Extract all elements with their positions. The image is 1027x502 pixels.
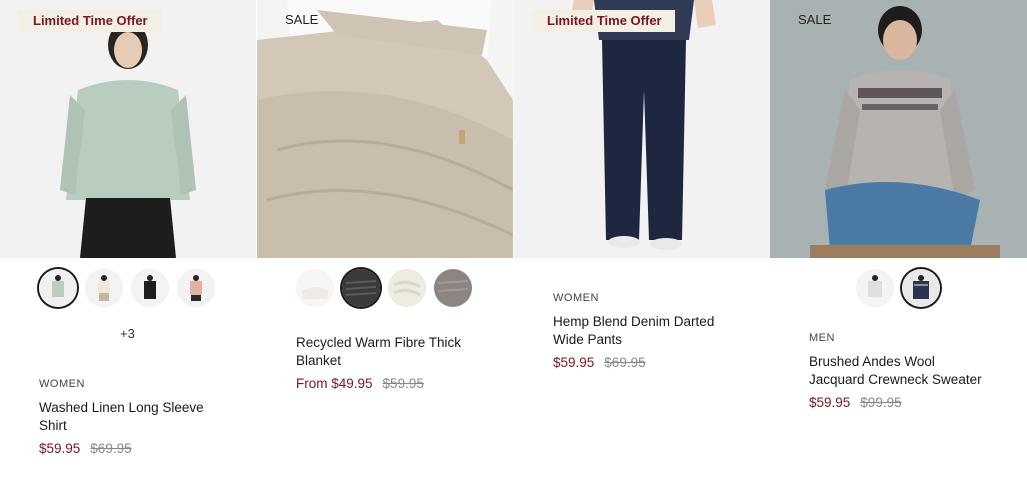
product-image[interactable]: SALE xyxy=(257,0,513,258)
original-price: $99.95 xyxy=(860,395,902,410)
swatch-taupe[interactable] xyxy=(434,269,472,307)
swatch-light-grey[interactable] xyxy=(856,269,894,307)
product-name[interactable]: Recycled Warm Fibre Thick Blanket xyxy=(296,334,486,370)
sale-badge: SALE xyxy=(798,12,832,27)
product-name-line-2[interactable]: Shirt xyxy=(39,417,229,435)
product-name-line-1[interactable]: Brushed Andes Wool xyxy=(809,353,1009,371)
product-name[interactable]: Brushed Andes Wool Jacquard Crewneck Swe… xyxy=(809,353,1009,389)
product-card: Limited Time Offer WOMEN Hemp Blend Deni… xyxy=(514,0,770,502)
product-name-line-1[interactable]: Washed Linen Long Sleeve xyxy=(39,399,229,417)
product-price: $59.95 $69.95 xyxy=(553,355,646,370)
product-image[interactable]: SALE xyxy=(770,0,1027,258)
product-price: $59.95 $99.95 xyxy=(809,395,902,410)
product-name-line-2[interactable]: Wide Pants xyxy=(553,331,743,349)
product-name-line-2[interactable]: Jacquard Crewneck Sweater xyxy=(809,371,1009,389)
swatch-charcoal[interactable] xyxy=(342,269,380,307)
limited-offer-badge: Limited Time Offer xyxy=(18,10,161,32)
swatch-black[interactable] xyxy=(131,269,169,307)
product-card: SALE MEN Brushed Andes Wool Jacquard Cre… xyxy=(770,0,1027,502)
sale-price: $59.95 xyxy=(809,395,851,410)
swatch-ivory[interactable] xyxy=(388,269,426,307)
product-name-line-1[interactable]: Hemp Blend Denim Darted xyxy=(553,313,743,331)
swatch-pink[interactable] xyxy=(177,269,215,307)
original-price: $59.95 xyxy=(382,376,424,391)
limited-offer-badge: Limited Time Offer xyxy=(532,10,675,32)
product-name[interactable]: Hemp Blend Denim Darted Wide Pants xyxy=(553,313,743,349)
product-image[interactable]: Limited Time Offer xyxy=(514,0,770,258)
product-category: WOMEN xyxy=(553,292,599,304)
product-price: From $49.95 $59.95 xyxy=(296,376,424,391)
more-swatches-count[interactable]: +3 xyxy=(120,326,135,341)
product-name-line-1[interactable]: Recycled Warm Fibre Thick xyxy=(296,334,486,352)
product-image[interactable]: Limited Time Offer xyxy=(0,0,256,258)
swatch-navy[interactable] xyxy=(902,269,940,307)
sale-price: $59.95 xyxy=(553,355,595,370)
sale-price: $59.95 xyxy=(39,441,81,456)
original-price: $69.95 xyxy=(90,441,132,456)
product-name[interactable]: Washed Linen Long Sleeve Shirt xyxy=(39,399,229,435)
product-card: SALE Recycled Warm Fibre Thick Blanket F… xyxy=(257,0,513,502)
product-category: WOMEN xyxy=(39,378,85,390)
swatch-white[interactable] xyxy=(296,269,334,307)
product-grid: Limited Time Offer +3 WOMEN Washed Linen… xyxy=(0,0,1027,502)
sale-badge: SALE xyxy=(285,12,319,27)
sale-price: From $49.95 xyxy=(296,376,373,391)
original-price: $69.95 xyxy=(604,355,646,370)
product-category: MEN xyxy=(809,332,835,344)
swatch-cream[interactable] xyxy=(85,269,123,307)
product-name-line-2[interactable]: Blanket xyxy=(296,352,486,370)
product-price: $59.95 $69.95 xyxy=(39,441,132,456)
product-card: Limited Time Offer +3 WOMEN Washed Linen… xyxy=(0,0,256,502)
swatch-sage[interactable] xyxy=(39,269,77,307)
